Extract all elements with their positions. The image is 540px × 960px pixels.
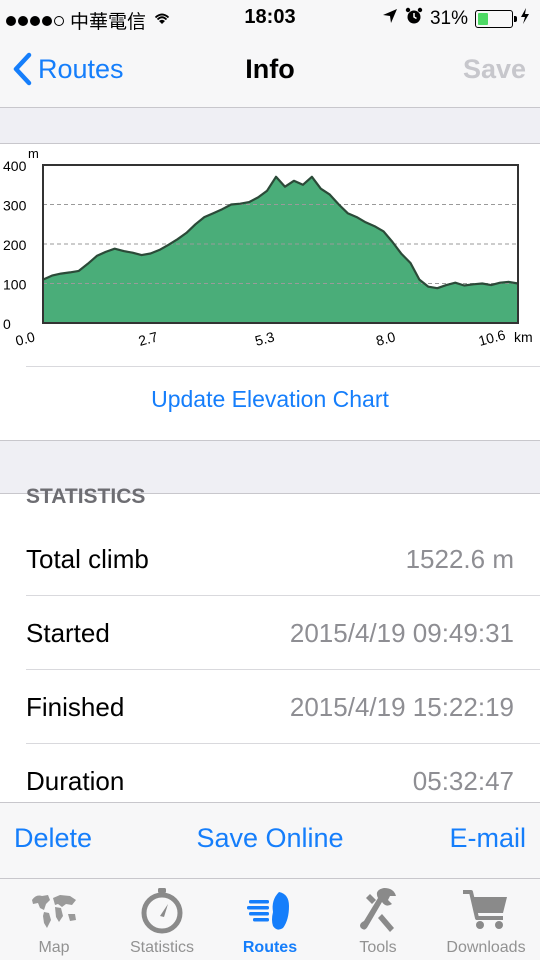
tab-tools[interactable]: Tools (324, 879, 432, 960)
charging-bolt-icon (520, 8, 530, 30)
action-toolbar: Delete Save Online E-mail (0, 802, 540, 878)
tab-bar: Map Statistics Routes Tools Downloads (0, 878, 540, 960)
location-arrow-icon (382, 8, 398, 30)
y-tick-label: 0 (3, 316, 11, 332)
stat-row-finished: Finished 2015/4/19 15:22:19 (26, 670, 540, 744)
stat-value: 2015/4/19 09:49:31 (289, 618, 514, 648)
x-tick-label: 0.0 (14, 328, 37, 349)
stat-row-started: Started 2015/4/19 09:49:31 (26, 596, 540, 670)
stat-value: 2015/4/19 15:22:19 (289, 692, 514, 722)
delete-button[interactable]: Delete (14, 823, 92, 854)
status-bar: 中華電信 18:03 31% (0, 0, 540, 40)
tab-label: Downloads (446, 939, 526, 956)
statistics-header: STATISTICS (26, 485, 146, 508)
divider (26, 366, 540, 367)
stat-label: Duration (26, 766, 125, 796)
battery-level (478, 13, 488, 25)
y-tick-label: 300 (3, 198, 27, 214)
elevation-chart: 0 100 200 300 400 m 0.0 2.7 5.3 8.0 10.6 km (0, 144, 540, 366)
tab-label: Map (38, 939, 70, 956)
y-tick-label: 200 (3, 237, 27, 253)
x-tick-label: 10.6 (477, 326, 508, 349)
tab-routes[interactable]: Routes (216, 879, 324, 960)
tab-label: Tools (359, 939, 397, 956)
tab-label: Routes (242, 939, 298, 956)
stat-value: 05:32:47 (412, 766, 514, 796)
stat-label: Total climb (26, 544, 149, 574)
navigation-bar: Routes Info Save (0, 40, 540, 108)
tab-statistics[interactable]: Statistics (108, 879, 216, 960)
footprint-icon (244, 887, 296, 933)
tab-map[interactable]: Map (0, 879, 108, 960)
stat-row-total-climb: Total climb 1522.6 m (26, 522, 540, 596)
battery-icon (475, 10, 517, 28)
x-tick-label: 5.3 (253, 328, 276, 349)
tab-downloads[interactable]: Downloads (432, 879, 540, 960)
stopwatch-icon (136, 887, 188, 934)
update-elevation-chart-button[interactable]: Update Elevation Chart (0, 386, 540, 413)
world-map-icon (28, 887, 80, 933)
email-button[interactable]: E-mail (449, 823, 526, 854)
save-button[interactable]: Save (463, 54, 526, 85)
section-spacer (0, 108, 540, 144)
x-axis-unit: km (514, 329, 533, 345)
tab-label: Statistics (129, 939, 194, 956)
x-tick-label: 2.7 (137, 328, 160, 349)
save-online-button[interactable]: Save Online (196, 823, 343, 853)
y-tick-label: 100 (3, 277, 27, 293)
y-axis-unit: m (28, 146, 39, 161)
page-title: Info (245, 54, 295, 84)
stat-value: 1522.6 m (405, 544, 514, 574)
status-right: 31% (382, 7, 530, 31)
alarm-clock-icon (405, 7, 423, 31)
battery-percent: 31% (429, 8, 468, 29)
elevation-chart-svg: 0 100 200 300 400m 0.0 2.7 5.3 8.0 10.6 km (3, 146, 533, 349)
stat-label: Started (26, 618, 110, 648)
cart-icon (460, 887, 512, 933)
x-tick-label: 8.0 (374, 328, 397, 349)
stat-label: Finished (26, 692, 125, 722)
y-tick-label: 400 (3, 158, 27, 174)
tools-icon (352, 887, 404, 933)
statistics-list: Total climb 1522.6 m Started 2015/4/19 0… (0, 522, 540, 818)
